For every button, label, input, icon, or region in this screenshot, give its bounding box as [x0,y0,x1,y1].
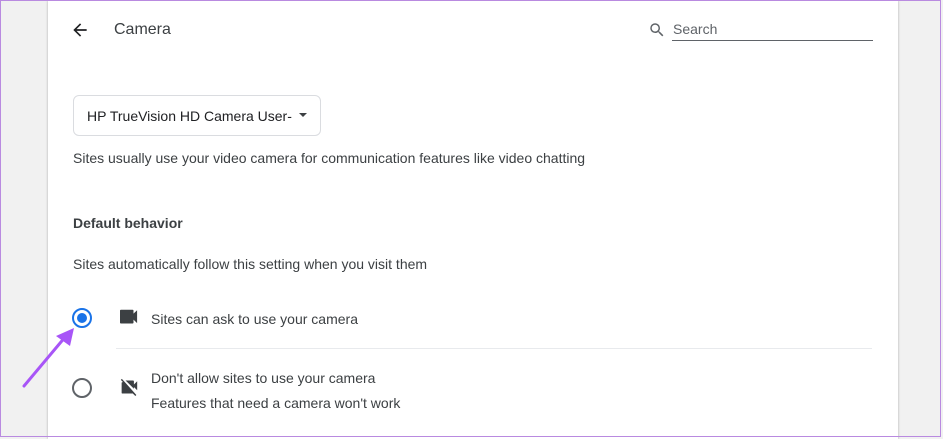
caret-down-icon [299,113,307,117]
videocam-icon [120,309,138,324]
search-input[interactable] [672,18,873,41]
pointer-arrow-annotation [22,328,74,388]
settings-card: Camera HP TrueVision HD Camera User- Sit… [48,0,898,439]
arrow-left-icon [73,23,87,37]
option-block-label: Don't allow sites to use your camera [151,370,376,386]
default-behavior-description: Sites automatically follow this setting … [73,256,428,272]
search-box[interactable] [648,18,874,42]
back-button[interactable] [68,18,92,42]
option-block[interactable]: Don't allow sites to use your camera Fea… [68,364,874,416]
option-allow-ask-label: Sites can ask to use your camera [151,311,358,327]
option-block-sublabel: Features that need a camera won't work [151,395,401,411]
search-icon [650,23,664,37]
videocam-off-icon [120,378,138,396]
default-behavior-heading: Default behavior [73,215,183,231]
camera-description: Sites usually use your video camera for … [73,150,586,166]
camera-device-select[interactable]: HP TrueVision HD Camera User- [73,95,321,136]
page-title: Camera [114,21,171,38]
option-allow-ask[interactable]: Sites can ask to use your camera [68,304,874,336]
option-divider [116,348,872,349]
camera-device-select-value: HP TrueVision HD Camera User- [87,107,292,124]
